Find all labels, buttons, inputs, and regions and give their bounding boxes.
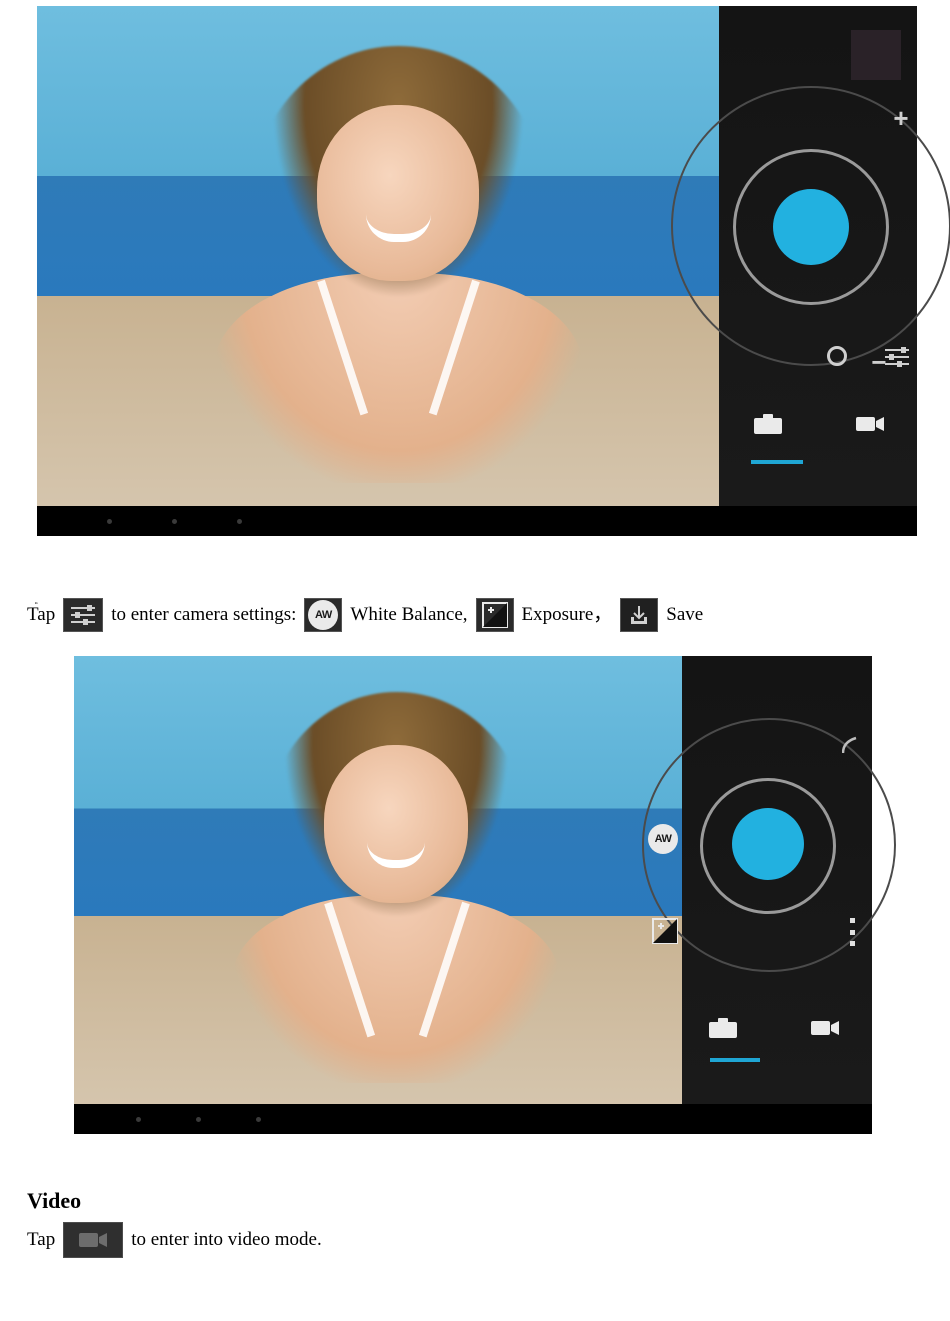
nav-dot — [107, 519, 112, 524]
zoom-in-icon[interactable]: + — [889, 106, 913, 130]
corner-bracket-icon — [842, 736, 860, 754]
exposure-icon[interactable] — [652, 918, 678, 944]
cn-comma: ， — [593, 604, 612, 625]
shutter-button[interactable] — [732, 808, 804, 880]
video-mode-icon[interactable] — [855, 413, 885, 440]
video-heading: Video — [27, 1188, 950, 1214]
system-nav-bar — [37, 506, 917, 536]
mode-selector — [684, 1017, 864, 1044]
subject-placeholder — [214, 46, 582, 466]
camera-controls-panel: AW — [682, 656, 872, 1104]
nav-dot — [256, 1117, 261, 1122]
nav-dot — [237, 519, 242, 524]
settings-instruction-line: Tap “ to enter camera settings: AW White… — [27, 598, 923, 632]
aw-label: AW — [655, 833, 672, 845]
shutter-button[interactable] — [773, 189, 849, 265]
video-instruction-line: Tap to enter into video mode. — [27, 1222, 923, 1258]
word-tap: Tap — [27, 1223, 55, 1257]
gallery-thumbnail[interactable] — [851, 30, 901, 80]
white-balance-aw-icon[interactable]: AW — [648, 824, 678, 854]
white-balance-aw-icon: AW — [304, 598, 342, 632]
text-save: Save — [666, 598, 703, 632]
mode-selector — [729, 413, 909, 440]
camera-screenshot-1: + − — [37, 6, 917, 536]
nav-dot — [196, 1117, 201, 1122]
viewfinder — [74, 656, 682, 1104]
aw-label: AW — [315, 598, 332, 632]
video-mode-icon — [63, 1222, 123, 1258]
text-exposure: Exposure — [522, 604, 594, 625]
viewfinder — [37, 6, 719, 506]
active-mode-underline — [751, 460, 803, 464]
text-enter-video-mode: to enter into video mode. — [131, 1223, 321, 1257]
camera-screenshot-2: AW — [74, 656, 872, 1134]
text-to-enter-camera-settings: to enter camera settings: — [111, 598, 296, 632]
video-mode-icon[interactable] — [810, 1017, 840, 1044]
settings-sliders-icon[interactable] — [884, 346, 910, 368]
camera-controls-panel: + − — [719, 6, 917, 506]
subject-placeholder — [232, 692, 560, 1068]
settings-sliders-icon — [63, 598, 103, 632]
active-mode-underline — [710, 1058, 760, 1062]
text-white-balance: White Balance, — [350, 598, 467, 632]
photo-mode-icon[interactable] — [753, 413, 783, 440]
photo-mode-icon[interactable] — [708, 1017, 738, 1044]
save-icon — [620, 598, 658, 632]
nav-dot — [136, 1117, 141, 1122]
word-tap: Tap — [27, 604, 55, 625]
system-nav-bar — [74, 1104, 872, 1134]
focus-ring-icon[interactable] — [827, 346, 847, 366]
footnote-mark: “ — [35, 589, 38, 623]
more-menu-icon[interactable] — [842, 918, 862, 946]
exposure-icon — [476, 598, 514, 632]
nav-dot — [172, 519, 177, 524]
